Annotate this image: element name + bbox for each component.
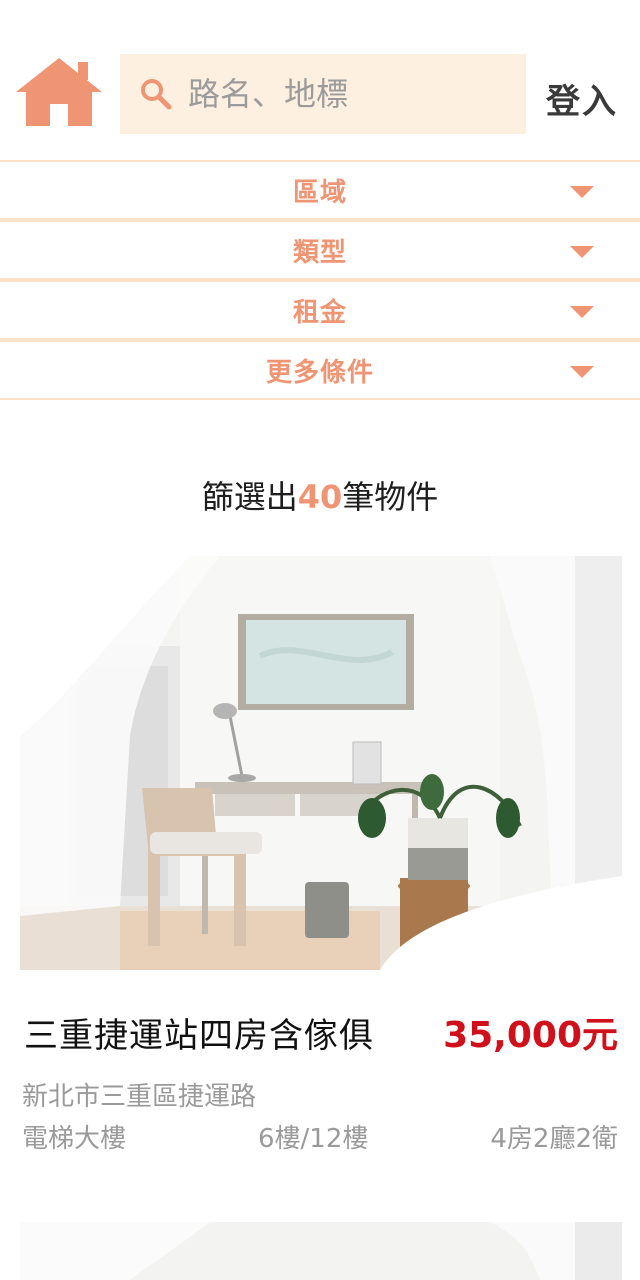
dropdown-arrow-icon [570, 306, 594, 318]
listing-photo[interactable] [20, 556, 622, 970]
listing-photo-next[interactable] [20, 1222, 622, 1280]
result-prefix: 篩選出 [201, 478, 298, 516]
search-icon [141, 79, 172, 110]
dropdown-arrow-icon [570, 186, 594, 198]
result-number: 40 [297, 478, 343, 516]
home-icon[interactable] [14, 54, 104, 128]
filter-label: 類型 [292, 237, 347, 268]
result-suffix: 筆物件 [342, 478, 439, 516]
filter-more[interactable]: 更多條件 [0, 340, 640, 400]
dropdown-arrow-icon [570, 246, 594, 258]
room-photo-illustration [20, 1222, 622, 1280]
filter-label: 區域 [292, 177, 347, 208]
listing-building-type: 電梯大樓 [22, 1124, 127, 1154]
dropdown-arrow-icon [570, 366, 594, 378]
filter-district[interactable]: 區域 [0, 160, 640, 220]
search-box[interactable] [120, 54, 526, 134]
listing-address: 新北市三重區捷運路 [22, 1082, 257, 1112]
filter-panel: 區域 類型 租金 更多條件 [0, 160, 640, 400]
filter-label: 更多條件 [265, 357, 374, 388]
room-photo-illustration [20, 556, 622, 970]
listing-floor: 6樓/12樓 [258, 1124, 369, 1154]
filter-type[interactable]: 類型 [0, 220, 640, 280]
header: 登入 [0, 0, 640, 160]
login-link[interactable]: 登入 [546, 74, 618, 123]
listing-price: 35,000元 [443, 1015, 618, 1056]
filter-rent[interactable]: 租金 [0, 280, 640, 340]
filter-label: 租金 [292, 297, 347, 328]
listing-title[interactable]: 三重捷運站四房含傢俱 [24, 1008, 374, 1057]
listing-rooms: 4房2廳2衛 [490, 1124, 618, 1154]
result-count: 篩選出40筆物件 [0, 472, 640, 518]
listing-card[interactable]: 三重捷運站四房含傢俱 35,000元 新北市三重區捷運路 電梯大樓 6樓/12樓… [20, 556, 622, 1154]
search-input[interactable] [188, 64, 508, 124]
